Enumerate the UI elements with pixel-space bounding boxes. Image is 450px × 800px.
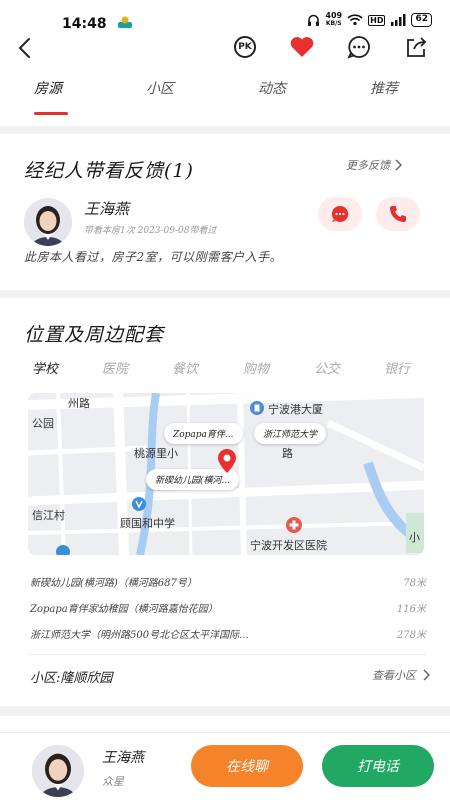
- community-row: 小区:隆顺欣园 查看小区: [30, 665, 430, 689]
- tab-community[interactable]: 小区: [146, 78, 174, 98]
- poi-tab-school[interactable]: 学校: [32, 358, 58, 377]
- tab-active-indicator: [34, 112, 68, 115]
- map-label-hospital: 宁波开发区医院: [250, 539, 327, 552]
- map-label-taoyuanli: 桃源里小: [134, 447, 178, 460]
- map-building-icon: [250, 401, 264, 415]
- wifi-icon: [347, 14, 363, 26]
- poi-tab-bank[interactable]: 银行: [384, 358, 410, 377]
- net-speed-value: 409: [325, 11, 343, 20]
- headphones-icon: [308, 14, 320, 26]
- feedback-title: 经纪人带看反馈(1): [24, 160, 194, 182]
- section-divider: [0, 706, 450, 716]
- message-icon: [331, 205, 349, 222]
- poi-distance: 278米: [396, 630, 426, 641]
- agent-avatar[interactable]: [24, 198, 72, 246]
- call-button[interactable]: 打电话: [322, 745, 434, 787]
- signal-icon: [391, 14, 406, 26]
- poi-distance: 78米: [403, 578, 426, 589]
- location-map[interactable]: 州路 公园 宁波港大厦 桃源里小 路 信江村 顾国和中学 宁波开发区医院 小 Z…: [28, 393, 424, 555]
- agent-call-button[interactable]: [376, 197, 420, 231]
- share-icon: [407, 37, 427, 57]
- agent-name: 王海燕: [84, 200, 130, 218]
- view-community-link[interactable]: 查看小区: [372, 667, 430, 683]
- view-community-label: 查看小区: [372, 669, 416, 682]
- online-chat-button[interactable]: 在线聊: [191, 745, 303, 787]
- poi-distance: 116米: [396, 604, 426, 615]
- map-label-middle-school: 顾国和中学: [120, 517, 175, 530]
- chat-button[interactable]: [345, 33, 373, 61]
- pk-button[interactable]: PK: [231, 33, 259, 61]
- map-label-port-building: 宁波港大厦: [268, 403, 323, 416]
- map-label-edge: 小: [409, 531, 420, 544]
- pk-label: PK: [238, 42, 252, 52]
- more-feedback-label: 更多反馈: [346, 159, 390, 172]
- poi-tab-hospital[interactable]: 医院: [102, 358, 128, 377]
- map-bubble-normal-university[interactable]: 浙江师范大学: [254, 423, 327, 444]
- bottom-action-bar: 王海燕 众星 在线聊 打电话: [0, 732, 450, 800]
- map-label-park: 公园: [32, 417, 54, 430]
- favorite-button[interactable]: [288, 33, 316, 61]
- agent-feedback-comment: 此房本人看过，房子2室，可以刚需客户入手。: [24, 250, 283, 264]
- hd-badge: HD: [368, 14, 386, 26]
- map-location-pin-icon: [218, 449, 236, 473]
- tab-listing[interactable]: 房源: [34, 78, 62, 98]
- agent-portrait-image: [32, 745, 84, 797]
- row-divider: [28, 654, 426, 655]
- chat-icon: [347, 36, 370, 59]
- section-divider: [0, 126, 450, 134]
- poi-item[interactable]: 新碶幼儿园(横河路)（横河路687号） 78米: [30, 574, 426, 592]
- status-bar: 14:48 409 KB/S HD 62: [0, 0, 450, 32]
- poi-item[interactable]: Zopapa育伴家幼稚园（横河路嘉怡花园） 116米: [30, 600, 426, 618]
- map-hospital-icon: [286, 517, 302, 533]
- more-feedback-link[interactable]: 更多反馈: [346, 157, 402, 173]
- section-divider: [0, 290, 450, 298]
- agent-portrait-image: [24, 198, 72, 246]
- bottom-agent-name: 王海燕: [102, 750, 144, 766]
- share-button[interactable]: [402, 33, 430, 61]
- nav-bar: PK: [0, 28, 450, 68]
- map-label-xinjiang-village: 信江村: [32, 509, 65, 522]
- map-label-road-2: 路: [282, 447, 293, 460]
- map-label-road: 州路: [68, 397, 90, 410]
- tab-recommend[interactable]: 推荐: [370, 78, 398, 98]
- map-bank-icon: [56, 545, 70, 555]
- poi-name: 新碶幼儿园(横河路)（横河路687号）: [30, 578, 197, 589]
- poi-tab-shopping[interactable]: 购物: [243, 358, 269, 377]
- detail-tabs: 房源 小区 动态 推荐: [0, 70, 450, 116]
- poi-item[interactable]: 浙江师范大学（明州路500号北仑区太平洋国际... 278米: [30, 626, 426, 644]
- poi-name: 浙江师范大学（明州路500号北仑区太平洋国际...: [30, 630, 249, 641]
- location-title: 位置及周边配套: [24, 324, 165, 346]
- map-school-icon: [132, 497, 146, 511]
- status-icons: 409 KB/S HD 62: [307, 12, 432, 28]
- poi-tab-bus[interactable]: 公交: [314, 358, 340, 377]
- heart-icon: [290, 37, 314, 57]
- tab-news[interactable]: 动态: [258, 78, 286, 98]
- net-speed: 409 KB/S: [325, 12, 342, 28]
- phone-icon: [390, 206, 406, 222]
- net-speed-unit: KB/S: [325, 20, 342, 27]
- poi-name: Zopapa育伴家幼稚园（横河路嘉怡花园）: [30, 604, 218, 615]
- chevron-right-icon: [395, 159, 402, 171]
- back-icon[interactable]: [14, 36, 38, 60]
- bottom-agent-role: 众星: [102, 775, 124, 788]
- bottom-agent-avatar[interactable]: [32, 745, 84, 797]
- community-name: 小区:隆顺欣园: [30, 671, 113, 686]
- nav-actions: PK: [231, 33, 430, 61]
- chevron-right-icon: [423, 669, 430, 681]
- battery-indicator: 62: [411, 13, 432, 27]
- agent-message-button[interactable]: [318, 197, 362, 231]
- poi-tab-dining[interactable]: 餐饮: [172, 358, 198, 377]
- agent-visit-info: 带看本房1次 2023-09-08带看过: [84, 226, 217, 236]
- map-bubble-zopapa[interactable]: Zopapa育伴...: [164, 423, 243, 444]
